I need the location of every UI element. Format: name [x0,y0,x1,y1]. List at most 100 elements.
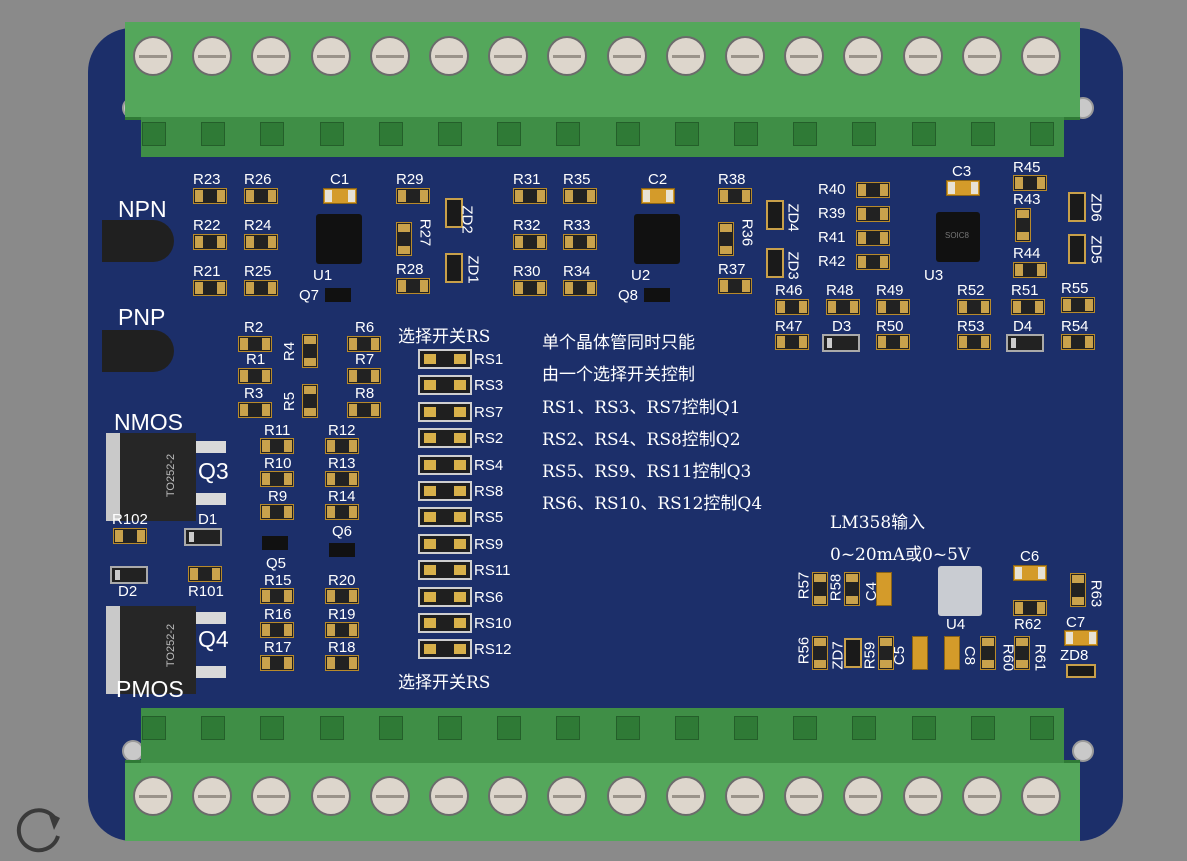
zd2-label: ZD2 [458,205,476,234]
r47-label: R47 [775,318,803,335]
switch-label: RS6 [474,588,504,606]
r15-label: R15 [264,572,292,589]
note-line: 由一个选择开关控制 [542,365,695,385]
rotate-view-icon[interactable] [10,800,68,858]
r52-label: R52 [957,282,985,299]
diode [822,334,860,352]
switch-label: RS10 [474,615,512,632]
note-line: 单个晶体管同时只能 [542,333,695,353]
select-switch [418,349,472,369]
transistor-sot23 [644,288,670,302]
r13-label: R13 [328,455,356,472]
terminal-screw [902,36,943,76]
terminal-slot [378,122,403,146]
select-switch [418,507,472,528]
select-switch [418,428,472,449]
terminal-slot [260,122,285,146]
terminal-slot [201,716,226,740]
note-line: RS2、RS4、RS8控制Q2 [542,430,741,450]
r26-label: R26 [244,171,272,188]
r56-label: R56 [795,636,813,665]
resistor [260,504,294,520]
c3-label: C3 [952,163,972,180]
resistor [325,655,359,671]
u3-marking: SOIC8 [945,231,970,240]
r45-label: R45 [1013,159,1041,176]
switch-label: RS3 [474,377,504,395]
u4-label: U4 [946,616,966,633]
resistor [260,471,294,487]
select-switch [418,481,472,501]
terminal-screw [192,36,233,76]
resistor [980,636,996,670]
terminal-screw [961,36,1002,76]
r63-label: R63 [1087,579,1105,608]
c2-label: C2 [648,171,668,188]
select-switch [418,586,472,607]
r36-label: R36 [738,218,756,247]
terminal-slot [556,122,581,146]
resistor [513,280,547,296]
zener-diode [1068,234,1086,264]
terminal-slot [852,716,877,740]
resistor [193,280,227,296]
terminal-slot [1030,716,1054,740]
r6-label: R6 [355,319,375,336]
resistor [1013,262,1047,278]
switch-label: RS8 [474,483,504,500]
c1-label: C1 [330,171,350,188]
c5-label: C5 [891,645,909,666]
r17-label: R17 [264,639,292,656]
terminal-screw [133,776,173,816]
u2-label: U2 [631,267,651,284]
r3-label: R3 [244,385,264,402]
r23-label: R23 [193,171,221,188]
resistor [563,188,597,204]
zener-diode [445,253,463,283]
terminal-slot [674,716,699,740]
resistor [513,234,547,250]
r49-label: R49 [876,282,904,299]
r55-label: R55 [1061,280,1089,297]
zd5-label: ZD5 [1087,235,1105,264]
resistor [396,222,412,256]
terminal-slot [674,122,699,146]
resistor [113,528,147,544]
resistor [856,254,890,270]
transistor-sot23 [329,543,355,557]
capacitor [912,636,928,670]
q3-label: Q3 [198,458,229,484]
zd3-label: ZD3 [784,251,802,280]
r62-label: R62 [1014,616,1042,633]
pnp-transistor [102,330,174,372]
terminal-screw [665,776,706,816]
resistor [876,334,910,350]
zener-diode [766,200,784,230]
resistor [244,188,278,204]
select-switch [418,401,472,422]
r24-label: R24 [244,217,272,234]
r20-label: R20 [328,572,356,589]
terminal-slot [911,122,936,146]
d4-label: D4 [1013,318,1033,335]
zd4-label: ZD4 [784,203,802,232]
transistor-sot23 [262,536,288,550]
terminal-slot [260,716,285,740]
r28-label: R28 [396,261,424,278]
npn-transistor [102,220,174,262]
resistor [1013,175,1047,191]
switch-label: RS7 [474,403,504,421]
resistor [396,278,430,294]
terminal-slot [497,122,522,146]
u2-chip [634,214,680,264]
u1-label: U1 [313,267,333,284]
terminal-screw [1021,36,1061,76]
resistor [347,368,381,384]
r61-label: R61 [1031,643,1049,672]
select-switch [418,639,472,660]
lm358-title: LM358输入 [830,513,926,533]
pmos-label: PMOS [116,676,184,702]
resistor [775,334,809,350]
zd8-label: ZD8 [1060,647,1089,664]
r25-label: R25 [244,263,272,280]
